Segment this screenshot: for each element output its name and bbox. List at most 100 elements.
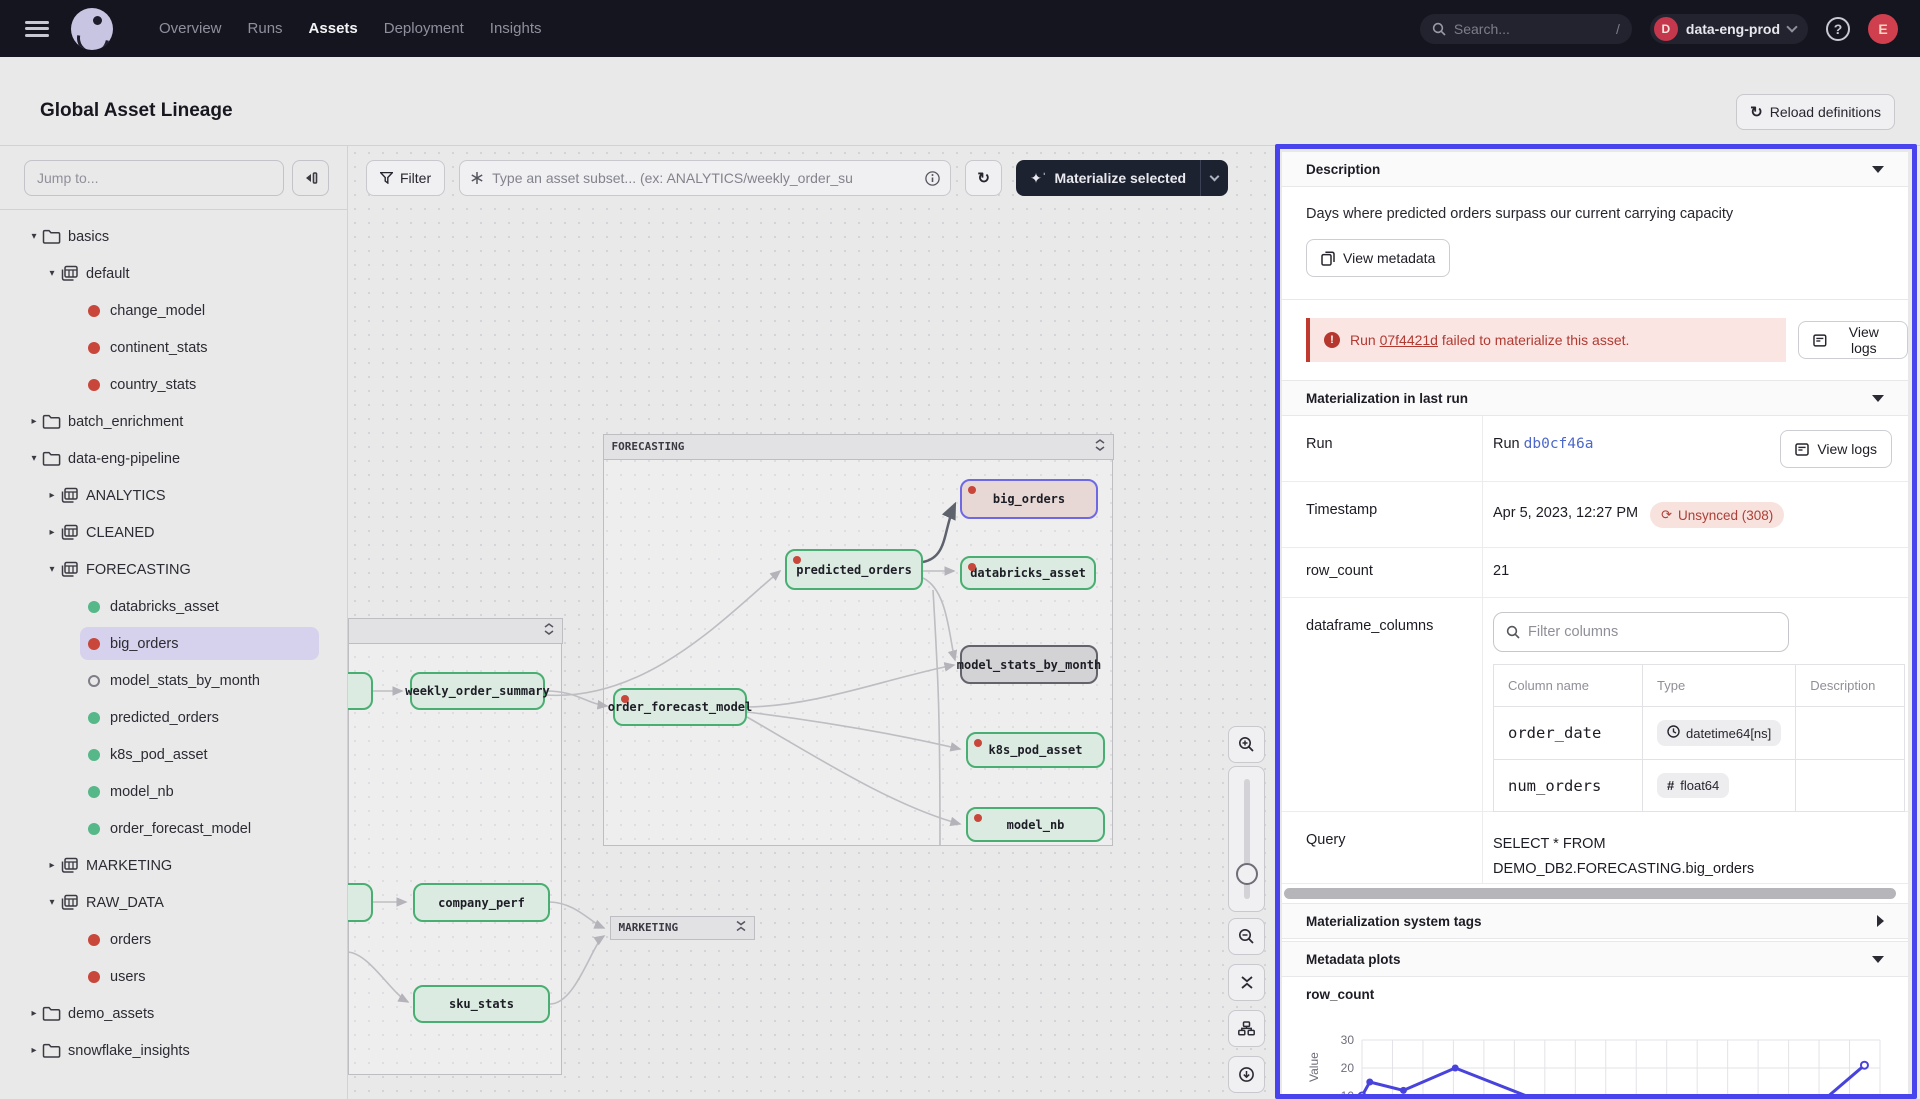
- lineage-graph-canvas[interactable]: FORECASTING MARKETING: [348, 146, 1277, 1099]
- sidebar-item-k8s_pod_asset[interactable]: k8s_pod_asset: [0, 736, 347, 773]
- sidebar-item-MARKETING[interactable]: ▸MARKETING: [0, 847, 347, 884]
- sidebar-item-CLEANED[interactable]: ▸CLEANED: [0, 514, 347, 551]
- horizontal-scrollbar[interactable]: [1284, 888, 1896, 899]
- marketing-group-header[interactable]: MARKETING: [610, 916, 755, 940]
- asset-node-partial[interactable]: [348, 672, 373, 710]
- nav-link-runs[interactable]: Runs: [248, 20, 283, 37]
- hamburger-menu-icon[interactable]: [25, 21, 49, 37]
- info-icon[interactable]: [925, 171, 940, 186]
- expand-group-icon[interactable]: [736, 920, 746, 935]
- nav-link-overview[interactable]: Overview: [159, 20, 222, 37]
- sidebar-item-orders[interactable]: orders: [0, 921, 347, 958]
- asset-group-header[interactable]: [348, 618, 563, 644]
- column-name: order_date: [1508, 724, 1601, 742]
- jump-to-input[interactable]: [24, 160, 284, 196]
- help-icon[interactable]: ?: [1826, 17, 1850, 41]
- materialize-selected-button[interactable]: ✦ˈ Materialize selected: [1016, 160, 1228, 196]
- asset-node-partial[interactable]: [348, 883, 373, 922]
- caret-right-icon[interactable]: ▸: [44, 527, 60, 538]
- asset-node-model_stats_by_month[interactable]: model_stats_by_month: [960, 645, 1098, 684]
- global-search[interactable]: /: [1420, 14, 1632, 44]
- filter-columns-input[interactable]: [1528, 624, 1776, 640]
- caret-down-icon[interactable]: ▾: [44, 564, 60, 575]
- zoom-slider-handle[interactable]: [1236, 863, 1258, 885]
- recenter-button[interactable]: [1228, 1056, 1265, 1093]
- collapse-caret-icon[interactable]: [1872, 956, 1884, 963]
- asset-node-sku_stats[interactable]: sku_stats: [413, 985, 550, 1023]
- zoom-slider[interactable]: [1228, 766, 1265, 912]
- sidebar-item-FORECASTING[interactable]: ▾FORECASTING: [0, 551, 347, 588]
- view-metadata-button[interactable]: View metadata: [1306, 239, 1450, 277]
- caret-right-icon[interactable]: ▸: [44, 490, 60, 501]
- asset-node-order_forecast_model[interactable]: order_forecast_model: [613, 688, 747, 726]
- asset-node-predicted_orders[interactable]: predicted_orders: [785, 549, 923, 590]
- asset-subset-input[interactable]: [492, 170, 917, 186]
- nav-link-assets[interactable]: Assets: [309, 20, 358, 37]
- nav-link-deployment[interactable]: Deployment: [384, 20, 464, 37]
- collapse-caret-icon[interactable]: [1872, 166, 1884, 173]
- refresh-graph-button[interactable]: ↻: [965, 160, 1002, 196]
- sidebar-item-country_stats[interactable]: country_stats: [0, 366, 347, 403]
- avatar[interactable]: E: [1868, 14, 1898, 44]
- asset-node-weekly_order_summary[interactable]: weekly_order_summary: [410, 672, 545, 710]
- caret-right-icon[interactable]: ▸: [26, 416, 42, 427]
- dagster-logo[interactable]: [71, 8, 113, 50]
- workspace-switcher[interactable]: D data-eng-prod: [1650, 14, 1808, 44]
- sidebar-item-demo_assets[interactable]: ▸demo_assets: [0, 995, 347, 1032]
- sidebar-item-snowflake_insights[interactable]: ▸snowflake_insights: [0, 1032, 347, 1069]
- zoom-in-button[interactable]: [1228, 726, 1265, 763]
- view-logs-button[interactable]: View logs: [1798, 321, 1908, 359]
- sidebar-item-continent_stats[interactable]: continent_stats: [0, 329, 347, 366]
- materialization-section-header[interactable]: Materialization in last run: [1282, 380, 1908, 416]
- description-section-header[interactable]: Description: [1282, 151, 1908, 187]
- asset-node-big_orders[interactable]: big_orders: [960, 479, 1098, 519]
- caret-right-icon[interactable]: ▸: [26, 1008, 42, 1019]
- timestamp-value: Apr 5, 2023, 12:27 PM: [1493, 502, 1638, 521]
- search-input[interactable]: [1454, 21, 1584, 37]
- filter-button[interactable]: Filter: [366, 160, 445, 196]
- sidebar-item-RAW_DATA[interactable]: ▾RAW_DATA: [0, 884, 347, 921]
- collapse-groups-button[interactable]: [1228, 964, 1265, 1001]
- view-logs-button[interactable]: View logs: [1780, 430, 1892, 468]
- sidebar-item-databricks_asset[interactable]: databricks_asset: [0, 588, 347, 625]
- filter-columns-field[interactable]: [1493, 612, 1789, 652]
- materialize-options-caret[interactable]: [1200, 160, 1228, 196]
- sidebar-item-basics[interactable]: ▾basics: [0, 218, 347, 255]
- sidebar-item-change_model[interactable]: change_model: [0, 292, 347, 329]
- sidebar-item-big_orders[interactable]: big_orders: [0, 625, 347, 662]
- collapse-caret-icon[interactable]: [1872, 395, 1884, 402]
- system-tags-section-header[interactable]: Materialization system tags: [1282, 903, 1908, 939]
- collapse-group-icon[interactable]: [544, 623, 554, 638]
- caret-down-icon[interactable]: ▾: [26, 453, 42, 464]
- sidebar-item-ANALYTICS[interactable]: ▸ANALYTICS: [0, 477, 347, 514]
- asset-node-model_nb[interactable]: model_nb: [966, 807, 1105, 842]
- failed-run-link[interactable]: 07f4421d: [1380, 332, 1438, 348]
- asset-subset-filter[interactable]: [459, 160, 951, 196]
- reload-definitions-button[interactable]: ↻ Reload definitions: [1736, 94, 1895, 130]
- forecasting-group-header[interactable]: FORECASTING: [603, 434, 1114, 460]
- expand-caret-icon[interactable]: [1877, 915, 1884, 927]
- asset-node-databricks_asset[interactable]: databricks_asset: [960, 556, 1096, 590]
- asset-node-company_perf[interactable]: company_perf: [413, 883, 550, 922]
- sidebar-item-data-eng-pipeline[interactable]: ▾data-eng-pipeline: [0, 440, 347, 477]
- caret-down-icon[interactable]: ▾: [26, 231, 42, 242]
- collapse-group-icon[interactable]: [1095, 439, 1105, 454]
- caret-down-icon[interactable]: ▾: [44, 268, 60, 279]
- run-id-link[interactable]: db0cf46a: [1524, 436, 1594, 452]
- caret-right-icon[interactable]: ▸: [26, 1045, 42, 1056]
- caret-right-icon[interactable]: ▸: [44, 860, 60, 871]
- sidebar-item-default[interactable]: ▾default: [0, 255, 347, 292]
- metadata-plots-section-header[interactable]: Metadata plots: [1282, 941, 1908, 977]
- sidebar-item-model_nb[interactable]: model_nb: [0, 773, 347, 810]
- sidebar-item-users[interactable]: users: [0, 958, 347, 995]
- sidebar-item-model_stats_by_month[interactable]: model_stats_by_month: [0, 662, 347, 699]
- nav-link-insights[interactable]: Insights: [490, 20, 542, 37]
- sidebar-item-order_forecast_model[interactable]: order_forecast_model: [0, 810, 347, 847]
- layout-tree-button[interactable]: [1228, 1010, 1265, 1047]
- collapse-sidebar-button[interactable]: [292, 160, 329, 196]
- caret-down-icon[interactable]: ▾: [44, 897, 60, 908]
- asset-node-k8s_pod_asset[interactable]: k8s_pod_asset: [966, 732, 1105, 768]
- sidebar-item-predicted_orders[interactable]: predicted_orders: [0, 699, 347, 736]
- zoom-out-button[interactable]: [1228, 918, 1265, 955]
- sidebar-item-batch_enrichment[interactable]: ▸batch_enrichment: [0, 403, 347, 440]
